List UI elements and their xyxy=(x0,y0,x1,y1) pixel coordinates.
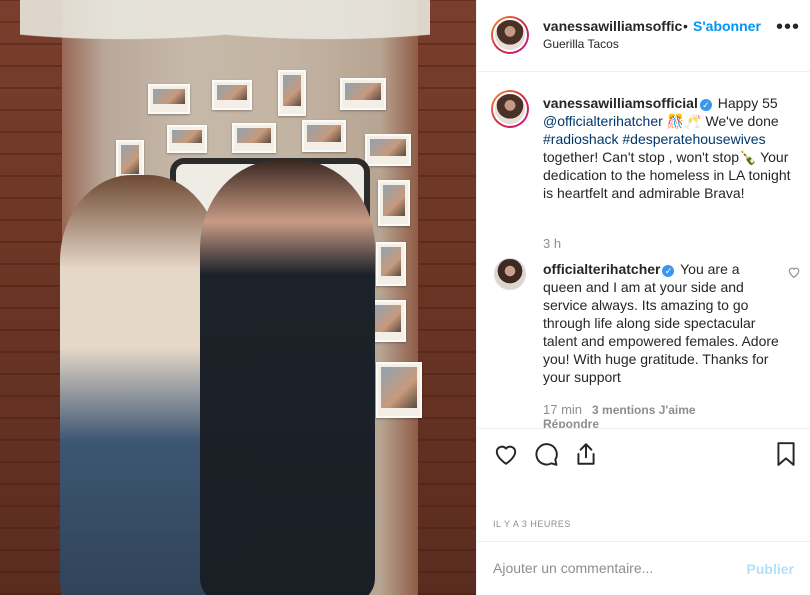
post-timestamp[interactable]: IL Y A 3 HEURES xyxy=(493,519,571,529)
hashtag-link[interactable]: #radioshack xyxy=(543,131,619,147)
avatar[interactable] xyxy=(491,16,529,54)
comment-likes[interactable]: 3 mentions J'aime xyxy=(592,403,696,417)
comment-text: officialterihatcher ✓ You are a queen and… xyxy=(543,260,781,386)
caption-text-1: Happy 55 xyxy=(713,95,778,111)
share-icon[interactable] xyxy=(573,441,599,467)
wall-photo xyxy=(232,123,276,153)
wall-photo xyxy=(376,362,422,418)
wall-photo xyxy=(212,80,252,110)
post-header: vanessawilliamsoffic • S'abonner Guerill… xyxy=(477,0,810,72)
header-username[interactable]: vanessawilliamsoffic xyxy=(543,18,682,34)
comment-icon[interactable] xyxy=(533,441,559,467)
wall-photo xyxy=(365,134,411,166)
wall-photo xyxy=(302,120,346,152)
tinsel-garland xyxy=(20,0,430,52)
more-icon[interactable]: ••• xyxy=(776,17,800,37)
comment-meta: 17 min 3 mentions J'aime xyxy=(543,402,696,417)
comment-time[interactable]: 17 min xyxy=(543,402,582,417)
add-comment-bar: Publier xyxy=(477,541,810,595)
follow-button[interactable]: S'abonner xyxy=(693,18,761,34)
comment-input[interactable] xyxy=(493,560,733,576)
caption-text-3: together! Can't stop , won't stop🍾 Your … xyxy=(543,149,791,201)
wall-photo xyxy=(148,84,190,114)
comment-username[interactable]: officialterihatcher xyxy=(543,261,660,277)
wall-photo xyxy=(340,78,386,110)
wall-photo xyxy=(378,180,410,226)
wall-photo xyxy=(370,300,406,342)
caption-area: vanessawilliamsofficial ✓ Happy 55 @offic… xyxy=(477,72,810,428)
action-bar xyxy=(477,428,810,484)
caption-time[interactable]: 3 h xyxy=(543,236,561,251)
reply-button[interactable]: Répondre xyxy=(543,417,599,428)
brick-wall-left xyxy=(0,0,62,595)
location-link[interactable]: Guerilla Tacos xyxy=(543,37,619,51)
caption-text-2: 🎊🥂 We've done xyxy=(662,113,779,129)
wall-photo xyxy=(167,125,207,153)
post-photo[interactable] xyxy=(0,0,476,595)
person-right xyxy=(200,160,375,595)
mention-link[interactable]: @officialterihatcher xyxy=(543,113,663,129)
person-left xyxy=(60,175,220,595)
post-sidebar: vanessawilliamsoffic • S'abonner Guerill… xyxy=(476,0,810,595)
bookmark-icon[interactable] xyxy=(773,441,799,467)
caption-username[interactable]: vanessawilliamsofficial xyxy=(543,95,698,111)
heart-icon[interactable] xyxy=(493,441,519,467)
comment-body: You are a queen and I am at your side an… xyxy=(543,261,779,385)
wall-photo xyxy=(376,242,406,286)
verified-icon: ✓ xyxy=(699,99,712,111)
separator-dot: • xyxy=(683,18,688,34)
heart-icon[interactable] xyxy=(787,265,801,279)
hashtag-link[interactable]: #desperatehousewives xyxy=(622,131,765,147)
publish-button[interactable]: Publier xyxy=(747,561,794,577)
caption-text: vanessawilliamsofficial ✓ Happy 55 @offic… xyxy=(543,94,801,202)
avatar[interactable] xyxy=(494,258,526,290)
avatar[interactable] xyxy=(491,90,529,128)
wall-photo xyxy=(278,70,306,116)
verified-icon: ✓ xyxy=(662,265,675,277)
brick-wall-right xyxy=(418,0,476,595)
